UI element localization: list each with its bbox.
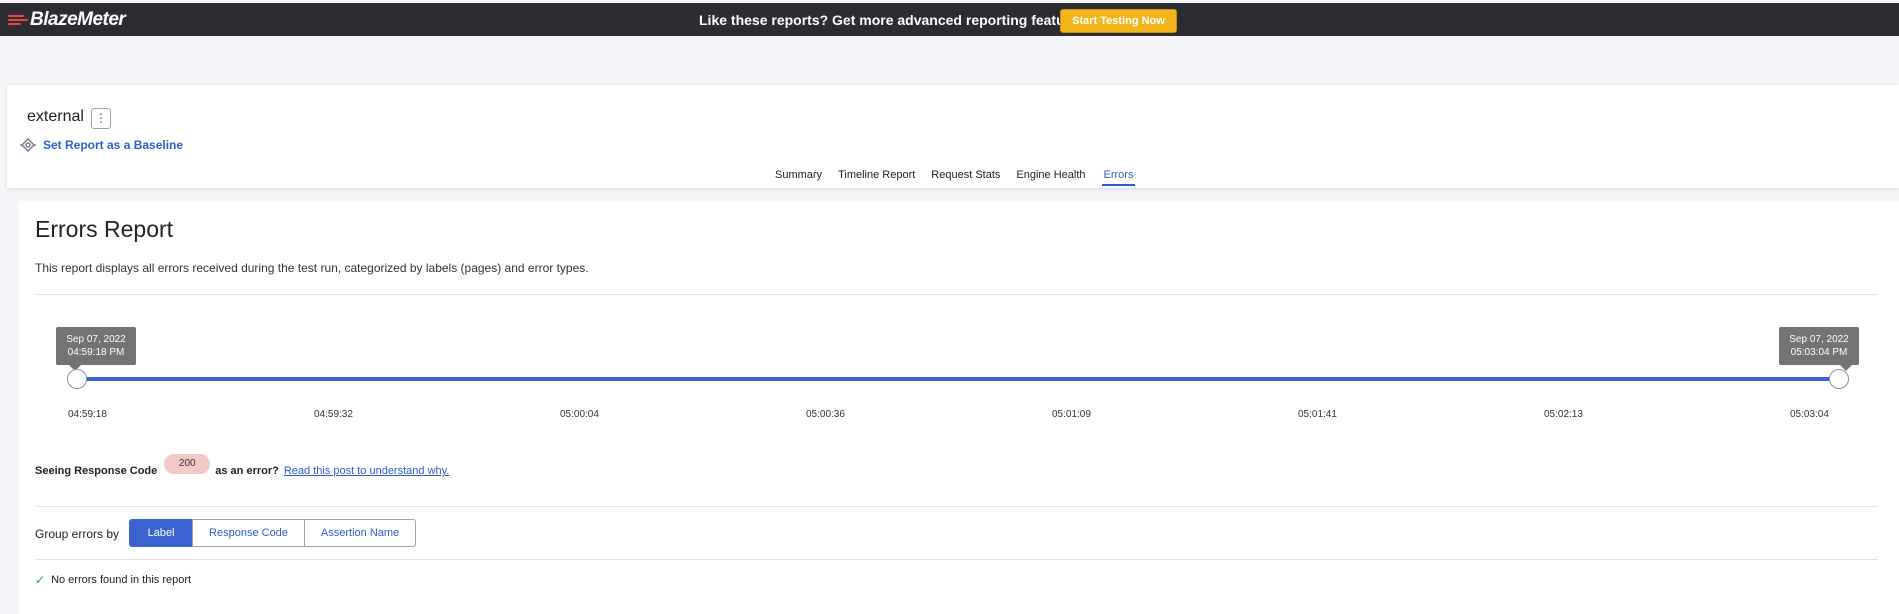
time-tick: 05:01:09 [1052, 409, 1091, 420]
group-errors-control: Group errors by Label Response Code Asse… [35, 519, 417, 547]
time-tick: 04:59:18 [68, 409, 107, 420]
time-tick: 04:59:32 [314, 409, 353, 420]
time-tick: 05:00:04 [560, 409, 599, 420]
report-tabs: Summary Timeline Report Request Stats En… [775, 169, 1151, 186]
promo-text: Like these reports? Get more advanced re… [699, 12, 1086, 28]
checkmark-icon: ✓ [35, 573, 46, 587]
end-time: 05:03:04 PM [1790, 347, 1848, 358]
tab-timeline-report[interactable]: Timeline Report [838, 169, 915, 186]
slider-end-handle[interactable] [1829, 369, 1849, 389]
baseline-icon [20, 138, 36, 152]
time-tick: 05:01:41 [1298, 409, 1337, 420]
report-header: external ⋮ Set Report as a Baseline Summ… [7, 85, 1899, 188]
response-code-note: Seeing Response Code 200 as an error? Re… [35, 454, 450, 477]
end-time-tooltip: Sep 07, 2022 05:03:04 PM [1779, 327, 1859, 371]
response-code-badge: 200 [164, 454, 211, 474]
logo-speed-lines-icon [8, 13, 28, 27]
time-tick: 05:03:04 [1790, 409, 1829, 420]
time-range-track[interactable] [77, 377, 1839, 381]
start-date: Sep 07, 2022 [66, 334, 126, 345]
group-by-response-code-button[interactable]: Response Code [192, 519, 305, 547]
group-by-assertion-name-button[interactable]: Assertion Name [303, 519, 417, 547]
report-description: This report displays all errors received… [35, 261, 589, 275]
report-name: external [27, 108, 84, 125]
response-code-prefix: Seeing Response Code [35, 465, 158, 477]
time-tick: 05:02:13 [1544, 409, 1583, 420]
group-errors-label: Group errors by [35, 527, 120, 541]
no-errors-text: No errors found in this report [51, 574, 192, 586]
divider [35, 559, 1878, 560]
response-code-suffix: as an error? [215, 465, 279, 477]
group-by-label-button[interactable]: Label [129, 519, 194, 547]
start-time: 04:59:18 PM [67, 347, 125, 358]
kebab-menu-icon: ⋮ [95, 111, 107, 125]
report-options-button[interactable]: ⋮ [91, 108, 111, 129]
tab-request-stats[interactable]: Request Stats [931, 169, 1000, 186]
divider [35, 506, 1878, 507]
divider [35, 294, 1878, 295]
logo-text: BlazeMeter [30, 9, 126, 30]
start-time-tooltip: Sep 07, 2022 04:59:18 PM [56, 327, 136, 371]
end-date: Sep 07, 2022 [1789, 334, 1849, 345]
top-banner: BlazeMeter Like these reports? Get more … [0, 3, 1899, 36]
tab-engine-health[interactable]: Engine Health [1016, 169, 1085, 186]
set-baseline-label: Set Report as a Baseline [43, 138, 184, 152]
empty-state-message: ✓ No errors found in this report [35, 573, 191, 587]
errors-report-panel: Errors Report This report displays all e… [19, 201, 1899, 614]
set-baseline-link[interactable]: Set Report as a Baseline [20, 138, 183, 152]
blazemeter-logo[interactable]: BlazeMeter [8, 9, 126, 31]
start-testing-button[interactable]: Start Testing Now [1060, 9, 1177, 33]
response-code-help-link[interactable]: Read this post to understand why. [284, 465, 450, 477]
time-tick: 05:00:36 [806, 409, 845, 420]
tab-errors[interactable]: Errors [1101, 169, 1136, 186]
page-title: Errors Report [35, 216, 174, 242]
tab-summary[interactable]: Summary [775, 169, 822, 186]
slider-start-handle[interactable] [67, 369, 87, 389]
